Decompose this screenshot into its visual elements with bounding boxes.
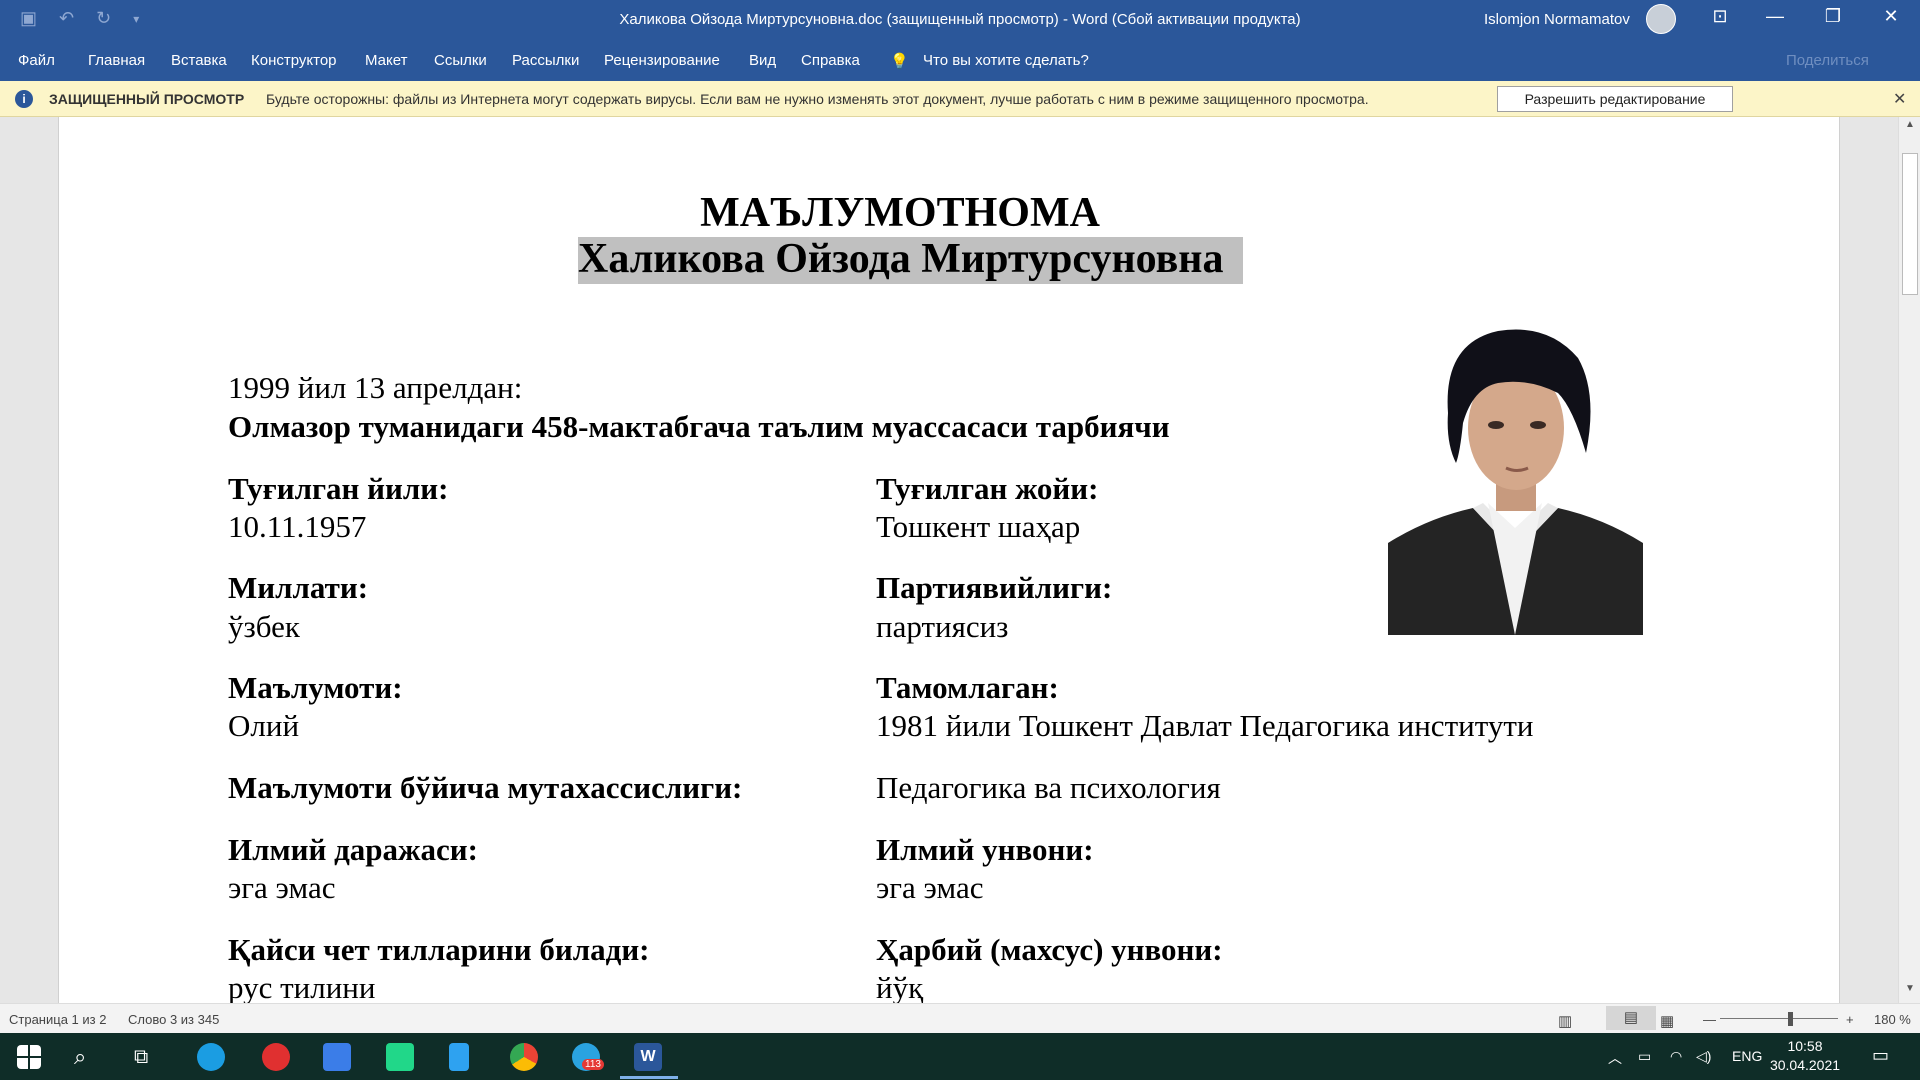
tab-home[interactable]: Главная — [88, 52, 145, 69]
document-page[interactable]: МАЪЛУМОТНОМА Халикова Ойзода Миртурсунов… — [58, 117, 1840, 1003]
window-title: Халикова Ойзода Миртурсуновна.doc (защищ… — [619, 11, 1301, 28]
shield-icon: i — [15, 90, 33, 108]
battery-icon[interactable]: ▭ — [1638, 1048, 1651, 1065]
party-value: партиясиз — [876, 609, 1009, 644]
search-icon[interactable]: ⌕ — [74, 1043, 102, 1071]
birth-year-label: Туғилган йили: — [228, 471, 449, 506]
telegram-badge: 113 — [582, 1059, 604, 1070]
birth-place-value: Тошкент шаҳар — [876, 509, 1081, 544]
clock-date: 30.04.2021 — [1769, 1057, 1841, 1073]
scroll-thumb[interactable] — [1902, 153, 1918, 295]
protected-view-label: ЗАЩИЩЕННЫЙ ПРОСМОТР — [49, 91, 245, 107]
doc-heading: МАЪЛУМОТНОМА — [700, 190, 1100, 236]
clock-time: 10:58 — [1787, 1038, 1823, 1054]
zoom-in-icon[interactable]: + — [1846, 1012, 1854, 1027]
share-button[interactable]: Поделиться — [1786, 52, 1869, 69]
tab-mailings[interactable]: Рассылки — [512, 52, 579, 69]
chrome-icon[interactable] — [510, 1043, 538, 1071]
education-label: Маълумоти: — [228, 670, 403, 705]
rank-label: Илмий унвони: — [876, 832, 1094, 867]
doc-since: 1999 йил 13 апрелдан: — [228, 370, 523, 405]
birth-year-value: 10.11.1957 — [228, 509, 367, 544]
degree-value: эга эмас — [228, 870, 336, 905]
zoom-slider[interactable] — [1720, 1018, 1838, 1019]
clock[interactable]: 10:58 30.04.2021 — [1760, 1037, 1850, 1075]
birth-place-label: Туғилган жойи: — [876, 471, 1099, 506]
tab-review[interactable]: Рецензирование — [604, 52, 720, 69]
windows-start-icon[interactable] — [17, 1045, 41, 1069]
close-bar-icon[interactable]: ✕ — [1893, 89, 1906, 109]
print-layout-icon[interactable]: ▤ — [1606, 1006, 1656, 1030]
minimize-icon[interactable]: — — [1752, 6, 1798, 27]
page-count[interactable]: Страница 1 из 2 — [9, 1012, 106, 1027]
word-active-indicator — [620, 1076, 678, 1079]
restore-icon[interactable]: ❐ — [1810, 6, 1856, 27]
chevron-up-icon[interactable]: ︿ — [1608, 1048, 1622, 1068]
scroll-down-icon[interactable]: ▼ — [1901, 983, 1919, 1001]
speciality-label: Маълумоти бўйича мутахассислиги: — [228, 770, 743, 805]
doc-position: Олмазор туманидаги 458-мактабгача таълим… — [228, 409, 1170, 444]
task-view-icon[interactable]: ⧉ — [134, 1043, 162, 1071]
tab-insert[interactable]: Вставка — [171, 52, 227, 69]
degree-label: Илмий даражаси: — [228, 832, 478, 867]
notification-icon[interactable]: ▭ — [1872, 1045, 1889, 1066]
protected-view-message: Будьте осторожны: файлы из Интернета мог… — [266, 91, 1369, 107]
tab-help[interactable]: Справка — [801, 52, 860, 69]
wifi-icon[interactable]: ◠ — [1670, 1048, 1682, 1065]
rank-value: эга эмас — [876, 870, 984, 905]
military-label: Ҳарбий (махсус) унвони: — [876, 932, 1223, 967]
status-bar: Страница 1 из 2 Слово 3 из 345 ▥ ▤ ▦ — +… — [0, 1003, 1920, 1033]
pycharm-icon[interactable] — [386, 1043, 414, 1071]
edge-icon[interactable] — [197, 1043, 225, 1071]
word-count[interactable]: Слово 3 из 345 — [128, 1012, 219, 1027]
zoom-slider-thumb[interactable] — [1788, 1012, 1793, 1026]
military-value: йўқ — [876, 970, 924, 1003]
volume-icon[interactable]: ◁) — [1696, 1048, 1711, 1065]
tab-layout[interactable]: Макет — [365, 52, 407, 69]
ribbon-display-icon[interactable]: ⊡ — [1697, 6, 1743, 27]
avatar[interactable] — [1646, 4, 1676, 34]
input-language[interactable]: ENG — [1732, 1048, 1762, 1064]
portrait-photo — [1388, 313, 1643, 635]
title-bar: ▣ ↶ ↻ ▾ Халикова Ойзода Миртурсуновна.do… — [0, 0, 1920, 40]
ribbon-tabs: Файл Главная Вставка Конструктор Макет С… — [0, 40, 1920, 81]
nationality-label: Миллати: — [228, 570, 369, 605]
languages-label: Қайси чет тилларини билади: — [228, 932, 650, 967]
languages-value: рус тилини — [228, 970, 376, 1003]
party-label: Партиявийлиги: — [876, 570, 1113, 605]
windows-taskbar: ⌕ ⧉ 113 W ︿ ▭ ◠ ◁) ENG 10:58 30.04.2021 … — [0, 1033, 1920, 1080]
word-icon[interactable]: W — [634, 1043, 662, 1071]
graduated-value: 1981 йили Тошкент Давлат Педагогика инст… — [876, 708, 1534, 743]
graduated-label: Тамомлаган: — [876, 670, 1059, 705]
enable-editing-button[interactable]: Разрешить редактирование — [1497, 86, 1733, 112]
scroll-up-icon[interactable]: ▲ — [1901, 119, 1919, 137]
tab-view[interactable]: Вид — [749, 52, 776, 69]
lightbulb-icon: 💡 — [890, 53, 909, 70]
nationality-value: ўзбек — [228, 609, 300, 644]
tab-references[interactable]: Ссылки — [434, 52, 487, 69]
close-icon[interactable]: ✕ — [1868, 6, 1914, 27]
vertical-scrollbar[interactable]: ▲ ▼ — [1898, 117, 1920, 1003]
doc-person-name: Халикова Ойзода Миртурсуновна — [578, 237, 1244, 284]
document-area[interactable]: МАЪЛУМОТНОМА Халикова Ойзода Миртурсунов… — [0, 117, 1898, 1003]
tell-me-search[interactable]: Что вы хотите сделать? — [923, 52, 1089, 69]
tab-design[interactable]: Конструктор — [251, 52, 337, 69]
app-red-icon[interactable] — [262, 1043, 290, 1071]
tab-file[interactable]: Файл — [18, 52, 55, 69]
protected-view-bar: i ЗАЩИЩЕННЫЙ ПРОСМОТР Будьте осторожны: … — [0, 81, 1920, 117]
zoom-out-icon[interactable]: — — [1703, 1012, 1716, 1027]
google-translate-icon[interactable] — [323, 1043, 351, 1071]
read-mode-icon[interactable]: ▥ — [1558, 1012, 1572, 1030]
user-name[interactable]: Islomjon Normamatov — [1484, 11, 1630, 28]
speciality-value: Педагогика ва психология — [876, 770, 1221, 805]
zoom-level[interactable]: 180 % — [1874, 1012, 1911, 1027]
notepad-icon[interactable] — [449, 1043, 469, 1071]
web-layout-icon[interactable]: ▦ — [1660, 1012, 1674, 1030]
education-value: Олий — [228, 708, 300, 743]
